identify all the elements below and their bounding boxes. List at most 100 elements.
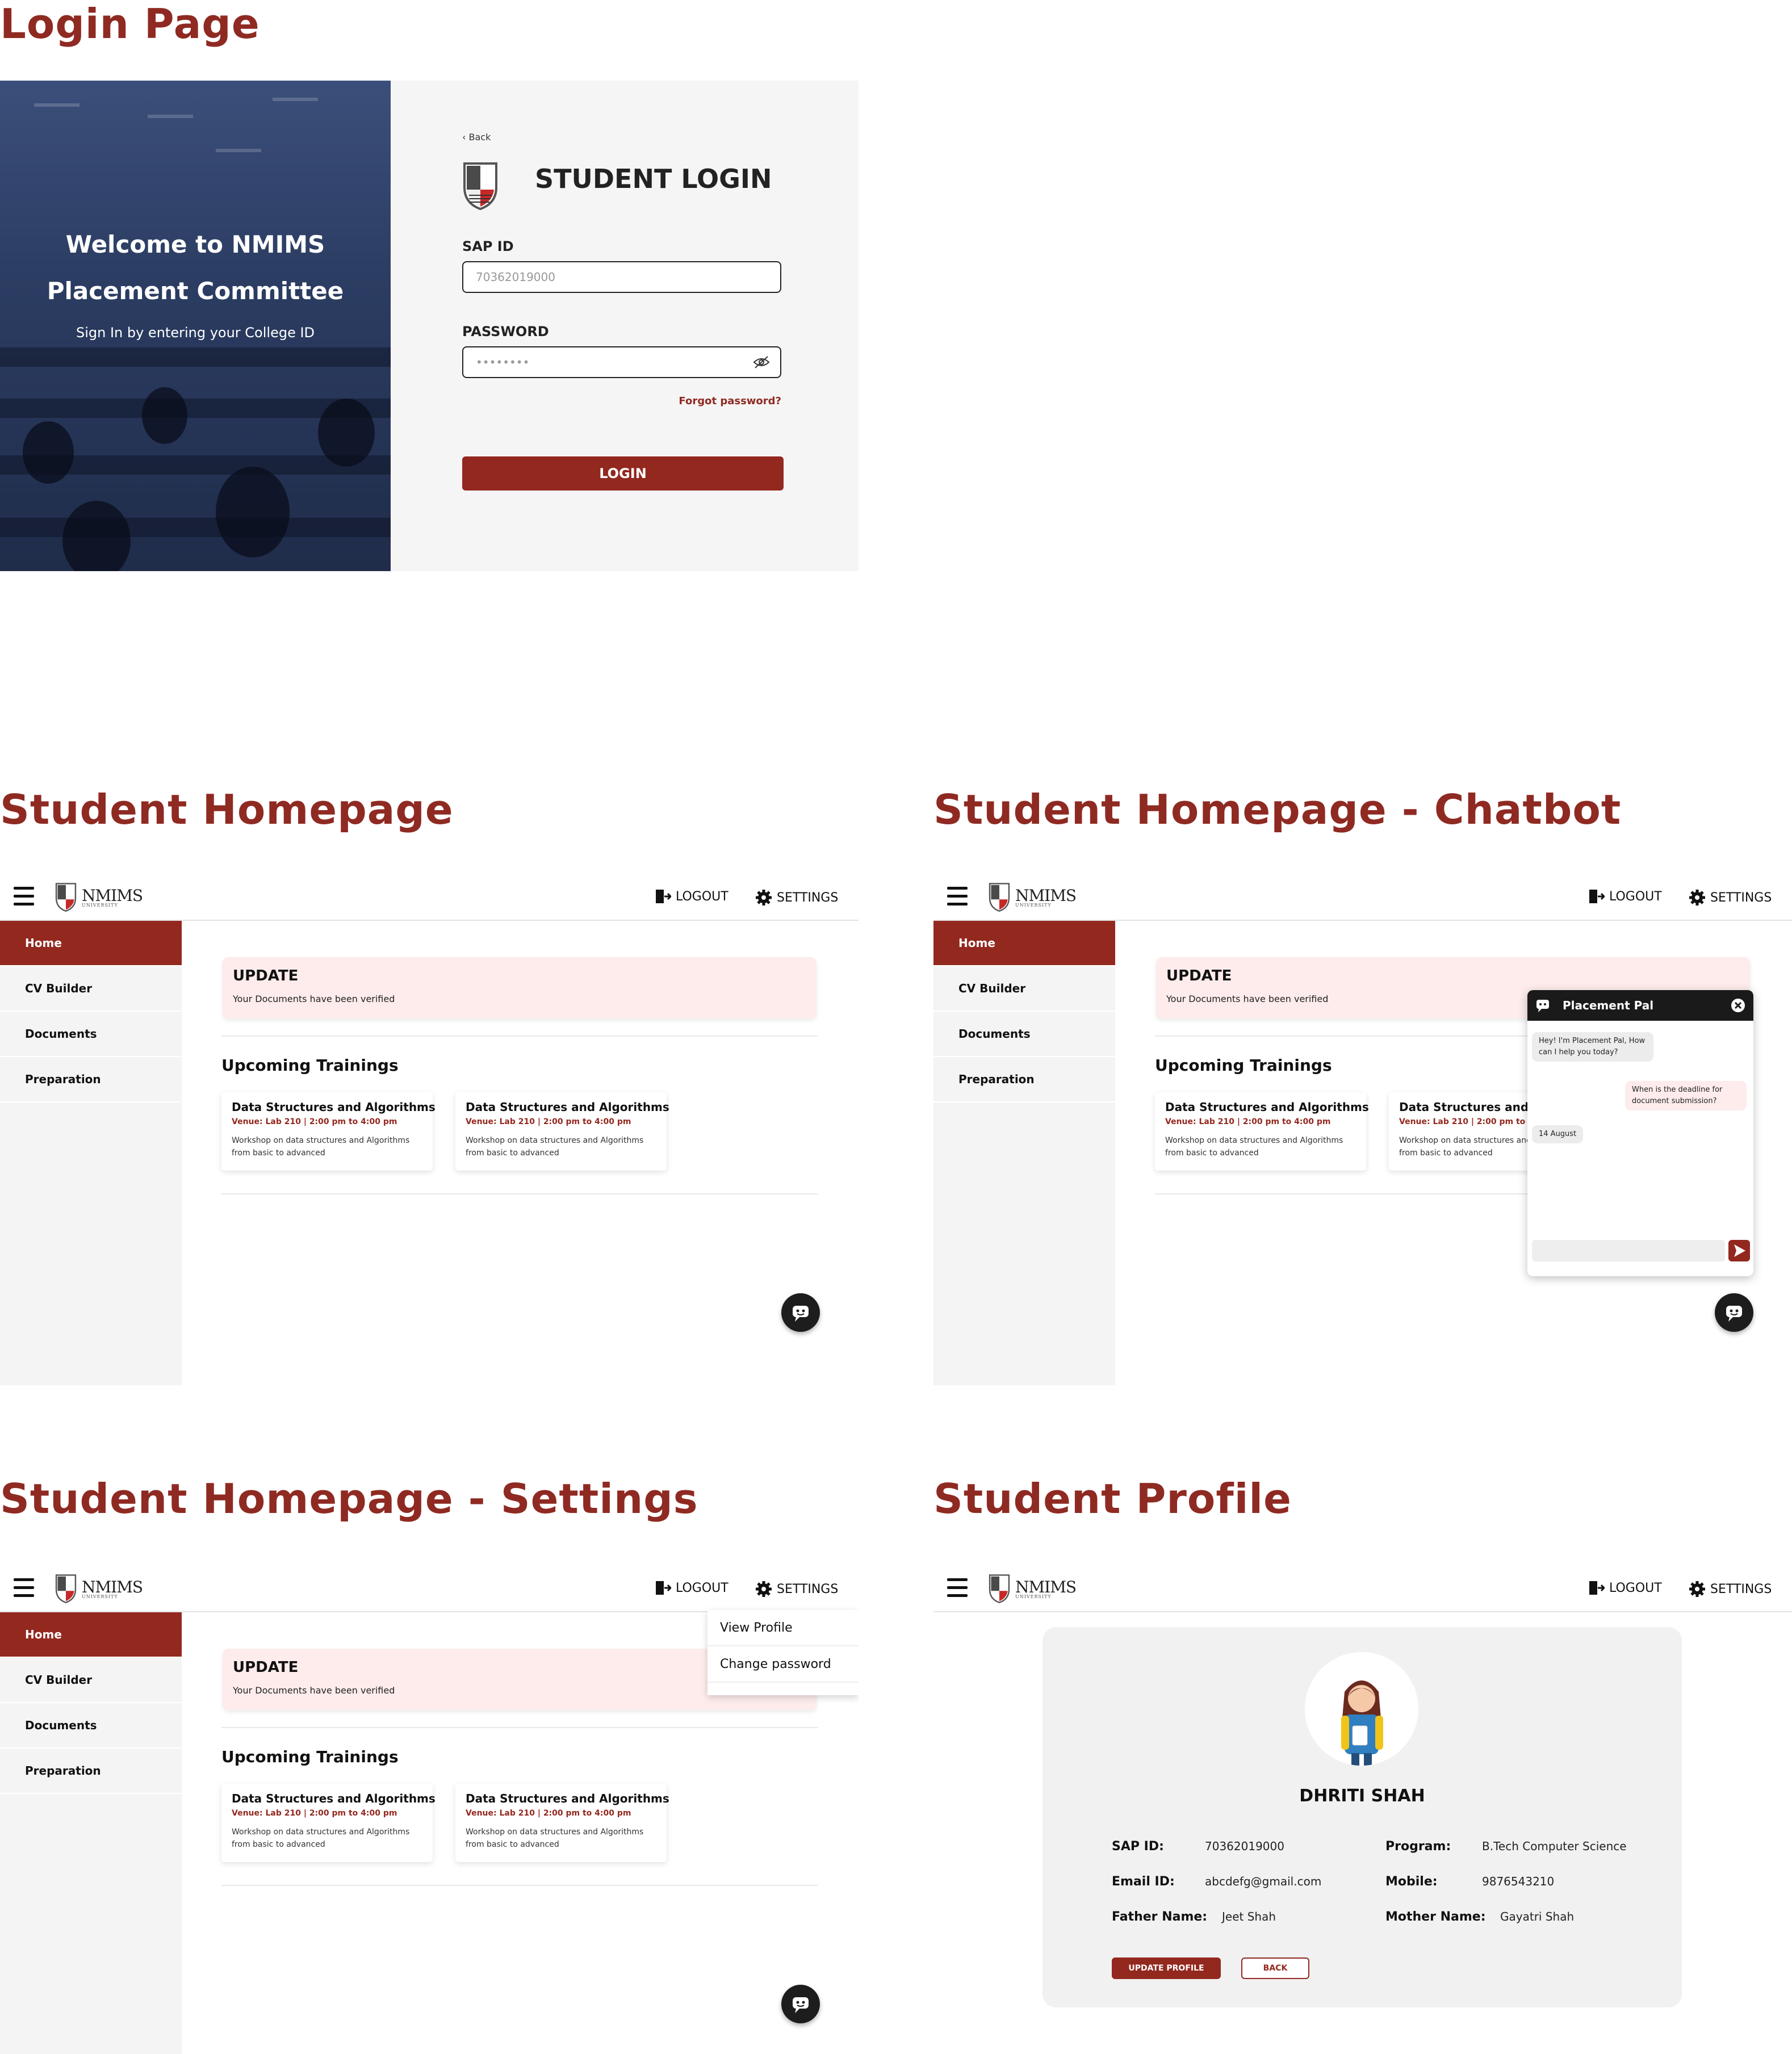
menu-item-view-profile[interactable]: View Profile bbox=[707, 1610, 859, 1646]
training-desc: Workshop on data structures and Algorith… bbox=[466, 1136, 644, 1158]
chatbot-fab[interactable] bbox=[781, 1985, 820, 2023]
user-message: When is the deadline for document submis… bbox=[1625, 1081, 1747, 1110]
logout-icon bbox=[1589, 890, 1605, 903]
login-button[interactable]: LOGIN bbox=[462, 456, 784, 491]
chatbot-fab[interactable] bbox=[781, 1293, 820, 1332]
divider bbox=[221, 1193, 818, 1194]
settings-button[interactable]: SETTINGS bbox=[1689, 1581, 1772, 1598]
training-venue: Venue: Lab 210 | 2:00 pm to 4:00 pm bbox=[232, 1117, 397, 1126]
login-hero-image: Welcome to NMIMS Placement Committee Sig… bbox=[0, 81, 391, 571]
training-venue: Venue: Lab 210 | 2:00 pm to 4:00 pm bbox=[232, 1809, 397, 1818]
update-text: Your Documents have been verified bbox=[1166, 994, 1329, 1004]
logout-label: LOGOUT bbox=[1609, 889, 1662, 904]
training-card[interactable]: Data Structures and Algorithms Venue: La… bbox=[221, 1784, 436, 1862]
settings-screen: NMIMS UNIVERSITY LOGOUT SETTINGS Home CV … bbox=[0, 1566, 859, 2054]
section-title-homepage: Student Homepage bbox=[0, 786, 454, 833]
top-bar: NMIMS UNIVERSITY LOGOUT SETTINGS bbox=[0, 874, 859, 921]
mother-name-label: Mother Name: bbox=[1385, 1910, 1486, 1924]
trainings-heading: Upcoming Trainings bbox=[221, 1747, 399, 1766]
program-label: Program: bbox=[1385, 1839, 1451, 1854]
email-value: abcdefg@gmail.com bbox=[1205, 1875, 1322, 1888]
sidebar-item-cv-builder[interactable]: CV Builder bbox=[0, 966, 182, 1012]
hamburger-menu-icon[interactable] bbox=[14, 887, 34, 906]
sidebar-item-documents[interactable]: Documents bbox=[0, 1012, 182, 1057]
back-button[interactable]: BACK bbox=[1241, 1957, 1309, 1979]
logout-label: LOGOUT bbox=[676, 889, 728, 904]
chat-input[interactable] bbox=[1532, 1240, 1725, 1261]
sidebar-item-home[interactable]: Home bbox=[933, 921, 1115, 966]
bot-message: 14 August bbox=[1532, 1125, 1584, 1143]
sidebar-item-preparation[interactable]: Preparation bbox=[0, 1749, 182, 1794]
nmims-logo: NMIMS UNIVERSITY bbox=[988, 882, 1077, 912]
forgot-password-link[interactable]: Forgot password? bbox=[679, 395, 781, 407]
mother-name-value: Gayatri Shah bbox=[1500, 1910, 1575, 1923]
sidebar-item-documents[interactable]: Documents bbox=[933, 1012, 1115, 1057]
trainings-heading: Upcoming Trainings bbox=[221, 1056, 399, 1075]
settings-button[interactable]: SETTINGS bbox=[755, 1581, 838, 1598]
sidebar-item-home[interactable]: Home bbox=[0, 921, 182, 966]
training-card[interactable]: Data Structures and Algorithms Venue: La… bbox=[1155, 1092, 1369, 1171]
password-value: •••••••• bbox=[476, 355, 530, 369]
training-card[interactable]: Data Structures and Algorithms Venue: La… bbox=[221, 1092, 436, 1171]
mobile-value: 9876543210 bbox=[1482, 1875, 1555, 1888]
settings-button[interactable]: SETTINGS bbox=[1689, 889, 1772, 906]
father-name-label: Father Name: bbox=[1112, 1910, 1208, 1924]
hero-subtitle: Sign In by entering your College ID bbox=[76, 325, 315, 341]
logout-button[interactable]: LOGOUT bbox=[1589, 889, 1662, 904]
hamburger-menu-icon[interactable] bbox=[14, 1578, 34, 1598]
eye-off-icon[interactable] bbox=[753, 355, 770, 369]
hamburger-menu-icon[interactable] bbox=[947, 887, 968, 906]
gear-icon bbox=[756, 890, 772, 906]
profile-name: DHRITI SHAH bbox=[1299, 1786, 1425, 1806]
top-bar: NMIMS UNIVERSITY LOGOUT SETTINGS bbox=[933, 874, 1792, 921]
logout-button[interactable]: LOGOUT bbox=[655, 1581, 728, 1595]
training-card[interactable]: Data Structures and Algorithms Venue: La… bbox=[455, 1092, 669, 1171]
chatbot-window: Placement Pal Hey! I'm Placement Pal, Ho… bbox=[1527, 990, 1753, 1276]
training-desc: Workshop on data structures and Algorith… bbox=[466, 1827, 644, 1849]
divider bbox=[221, 1885, 818, 1886]
training-card[interactable]: Data Structures and Algorithms Venue: La… bbox=[455, 1784, 669, 1862]
father-name-value: Jeet Shah bbox=[1222, 1910, 1276, 1923]
update-text: Your Documents have been verified bbox=[233, 1685, 395, 1696]
sap-id-input[interactable]: 70362019000 bbox=[462, 261, 781, 293]
chatbot-header: Placement Pal bbox=[1527, 990, 1753, 1021]
sidebar-item-cv-builder[interactable]: CV Builder bbox=[933, 966, 1115, 1012]
update-profile-button[interactable]: UPDATE PROFILE bbox=[1112, 1957, 1221, 1979]
close-icon[interactable] bbox=[1731, 998, 1745, 1013]
nmims-logo: NMIMS UNIVERSITY bbox=[55, 1574, 143, 1603]
login-page: Welcome to NMIMS Placement Committee Sig… bbox=[0, 81, 859, 571]
sidebar-item-preparation[interactable]: Preparation bbox=[933, 1057, 1115, 1103]
sidebar: Home CV Builder Documents Preparation bbox=[0, 921, 182, 1385]
divider bbox=[221, 1727, 818, 1728]
back-link[interactable]: ‹ Back bbox=[462, 132, 491, 142]
top-bar: NMIMS UNIVERSITY LOGOUT SETTINGS bbox=[933, 1566, 1792, 1612]
sidebar-item-preparation[interactable]: Preparation bbox=[0, 1057, 182, 1103]
nmims-shield-icon bbox=[55, 883, 77, 912]
menu-item-change-password[interactable]: Change password bbox=[707, 1646, 859, 1683]
sidebar-item-documents[interactable]: Documents bbox=[0, 1703, 182, 1749]
logout-label: LOGOUT bbox=[676, 1581, 728, 1595]
training-title: Data Structures and Algorithms bbox=[466, 1100, 669, 1114]
avatar bbox=[1305, 1652, 1418, 1766]
logout-button[interactable]: LOGOUT bbox=[655, 889, 728, 904]
settings-button[interactable]: SETTINGS bbox=[755, 889, 838, 906]
homepage-screen: NMIMS UNIVERSITY LOGOUT SETTINGS Home CV … bbox=[0, 874, 859, 1385]
hero-title: Welcome to NMIMS Placement Committee bbox=[47, 230, 344, 305]
training-title: Data Structures and Algorithms bbox=[232, 1100, 436, 1114]
section-title-settings: Student Homepage - Settings bbox=[0, 1475, 698, 1523]
logout-button[interactable]: LOGOUT bbox=[1589, 1581, 1662, 1595]
send-button[interactable] bbox=[1728, 1240, 1750, 1261]
update-title: UPDATE bbox=[1166, 967, 1232, 984]
password-input[interactable]: •••••••• bbox=[462, 346, 781, 378]
nmims-shield-icon bbox=[989, 1574, 1010, 1603]
training-title: Data Structures and Algorithms bbox=[466, 1792, 669, 1805]
password-label: PASSWORD bbox=[462, 324, 549, 339]
hamburger-menu-icon[interactable] bbox=[947, 1578, 968, 1598]
sidebar-item-home[interactable]: Home bbox=[0, 1612, 182, 1658]
settings-label: SETTINGS bbox=[777, 890, 839, 905]
training-desc: Workshop on data structures and Algorith… bbox=[232, 1827, 410, 1849]
update-card: UPDATE Your Documents have been verified bbox=[223, 957, 817, 1018]
settings-label: SETTINGS bbox=[1710, 890, 1772, 905]
chatbot-fab[interactable] bbox=[1715, 1293, 1753, 1332]
sidebar-item-cv-builder[interactable]: CV Builder bbox=[0, 1658, 182, 1703]
